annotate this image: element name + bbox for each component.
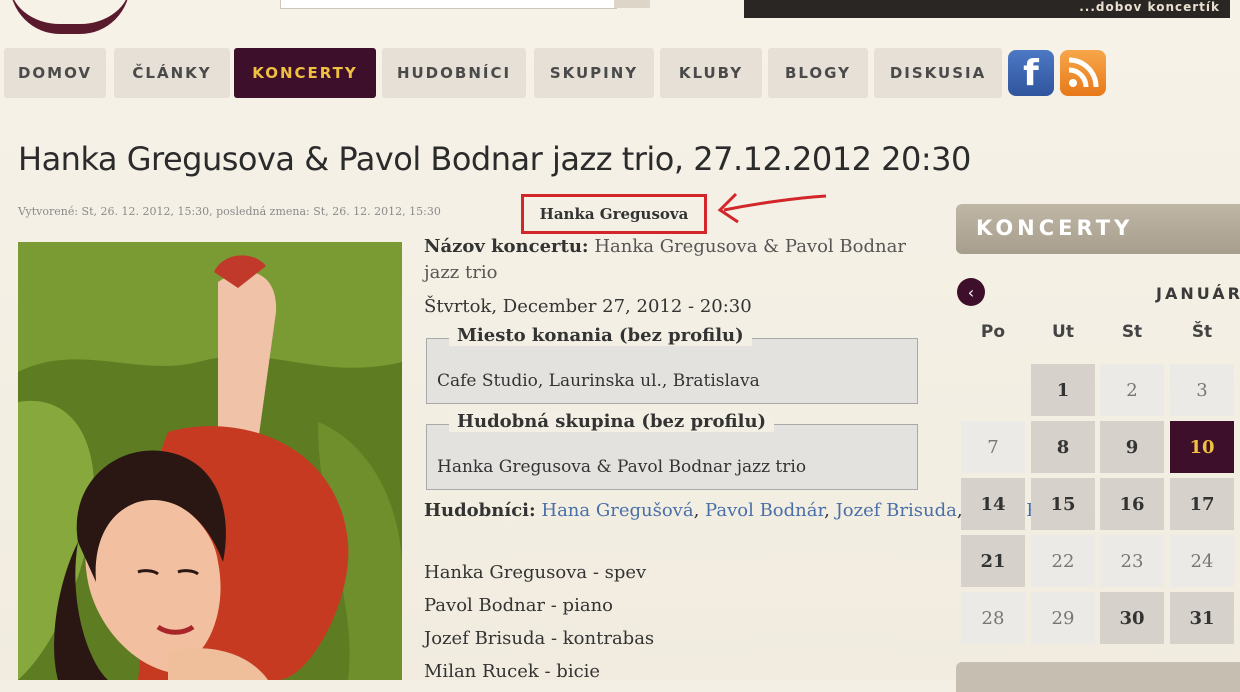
calendar-day[interactable]: 16: [1100, 478, 1164, 530]
banner-text: ...dobov koncertík: [1079, 0, 1220, 14]
artist-photo: [18, 242, 402, 680]
nav-koncerty[interactable]: KONCERTY: [234, 48, 376, 98]
calendar-day[interactable]: 21: [961, 535, 1025, 587]
sidebar-heading: KONCERTY: [956, 204, 1240, 254]
calendar-day: 28: [961, 592, 1025, 644]
sidebar-heading-text: KONCERTY: [976, 216, 1134, 240]
author-name[interactable]: Hanka Gregusova: [540, 205, 689, 223]
nav-domov[interactable]: DOMOV: [4, 48, 106, 98]
annotation-arrow: [717, 192, 827, 224]
venue-fieldset: Miesto konania (bez profilu) Cafe Studio…: [426, 325, 918, 404]
rss-icon[interactable]: [1060, 50, 1106, 96]
band-value: Hanka Gregusova & Pavol Bodnar jazz trio: [437, 457, 807, 477]
weekday-label: St: [1121, 322, 1143, 342]
calendar-day[interactable]: 31: [1170, 592, 1234, 644]
weekday-label: Št: [1191, 322, 1213, 342]
sidebar-next-block: [956, 662, 1240, 692]
post-meta: Vytvorené: St, 26. 12. 2012, 15:30, posl…: [18, 205, 441, 218]
lineup-item: Hanka Gregusova - spev: [424, 562, 647, 583]
calendar-day[interactable]: 15: [1031, 478, 1095, 530]
musician-link[interactable]: Hana Gregušová: [541, 500, 693, 521]
band-fieldset: Hudobná skupina (bez profilu) Hanka Greg…: [426, 411, 918, 490]
calendar-day[interactable]: 17: [1170, 478, 1234, 530]
calendar-day[interactable]: 30: [1100, 592, 1164, 644]
musicians-label: Hudobníci:: [424, 500, 536, 521]
page-title: Hanka Gregusova & Pavol Bodnar jazz trio…: [18, 140, 971, 178]
musician-link[interactable]: Jozef Brisuda: [836, 500, 957, 521]
header-strip: ...dobov koncertík: [0, 0, 1240, 36]
calendar-day: 29: [1031, 592, 1095, 644]
nav-blogy[interactable]: BLOGY: [768, 48, 868, 98]
calendar-day[interactable]: 1: [1031, 364, 1095, 416]
calendar-day[interactable]: 9: [1100, 421, 1164, 473]
calendar-day: 7: [961, 421, 1025, 473]
concert-name-value-cont: jazz trio: [424, 262, 498, 283]
venue-legend: Miesto konania (bez profilu): [449, 325, 752, 346]
nav-diskusia[interactable]: DISKUSIA: [874, 48, 1002, 98]
lineup-item: Pavol Bodnar - piano: [424, 595, 613, 616]
nav-hudobnici[interactable]: HUDOBNÍCI: [382, 48, 526, 98]
calendar-day: 2: [1100, 364, 1164, 416]
calendar-day: 3: [1170, 364, 1234, 416]
weekday-label: Po: [980, 322, 1006, 342]
calendar-month: JANUÁR: [1156, 284, 1240, 303]
band-legend: Hudobná skupina (bez profilu): [449, 411, 775, 432]
search-button[interactable]: [614, 0, 650, 8]
nav-skupiny[interactable]: SKUPINY: [534, 48, 654, 98]
nav-clanky[interactable]: ČLÁNKY: [114, 48, 230, 98]
rss-glyph: [1068, 57, 1099, 88]
concert-name-value: Hanka Gregusova & Pavol Bodnar: [594, 236, 906, 257]
calendar-day: 24: [1170, 535, 1234, 587]
calendar-day: 23: [1100, 535, 1164, 587]
site-logo[interactable]: [10, 0, 130, 34]
facebook-icon[interactable]: f: [1008, 50, 1054, 96]
calendar-prev-icon[interactable]: ‹: [957, 278, 985, 306]
musician-link[interactable]: Pavol Bodnár: [705, 500, 824, 521]
calendar-day[interactable]: 14: [961, 478, 1025, 530]
page: ...dobov koncertík DOMOV ČLÁNKY KONCERTY…: [0, 0, 1240, 692]
lineup-item: Milan Rucek - bicie: [424, 661, 601, 682]
calendar-day-today[interactable]: 10: [1170, 421, 1234, 473]
concert-name-label: Názov koncertu:: [424, 236, 589, 257]
lineup-item: Jozef Brisuda - kontrabas: [424, 628, 655, 649]
concert-name-row: Názov koncertu: Hanka Gregusova & Pavol …: [424, 236, 906, 257]
header-banner[interactable]: ...dobov koncertík: [744, 0, 1230, 18]
search-input[interactable]: [280, 0, 617, 9]
weekday-label: Ut: [1052, 322, 1074, 342]
author-name-highlight[interactable]: Hanka Gregusova: [521, 194, 707, 234]
concert-date: Štvrtok, December 27, 2012 - 20:30: [424, 296, 752, 317]
calendar-day[interactable]: 8: [1031, 421, 1095, 473]
facebook-glyph: f: [1023, 52, 1039, 94]
nav-kluby[interactable]: KLUBY: [660, 48, 762, 98]
calendar-day: 22: [1031, 535, 1095, 587]
venue-value: Cafe Studio, Laurinska ul., Bratislava: [437, 371, 760, 391]
